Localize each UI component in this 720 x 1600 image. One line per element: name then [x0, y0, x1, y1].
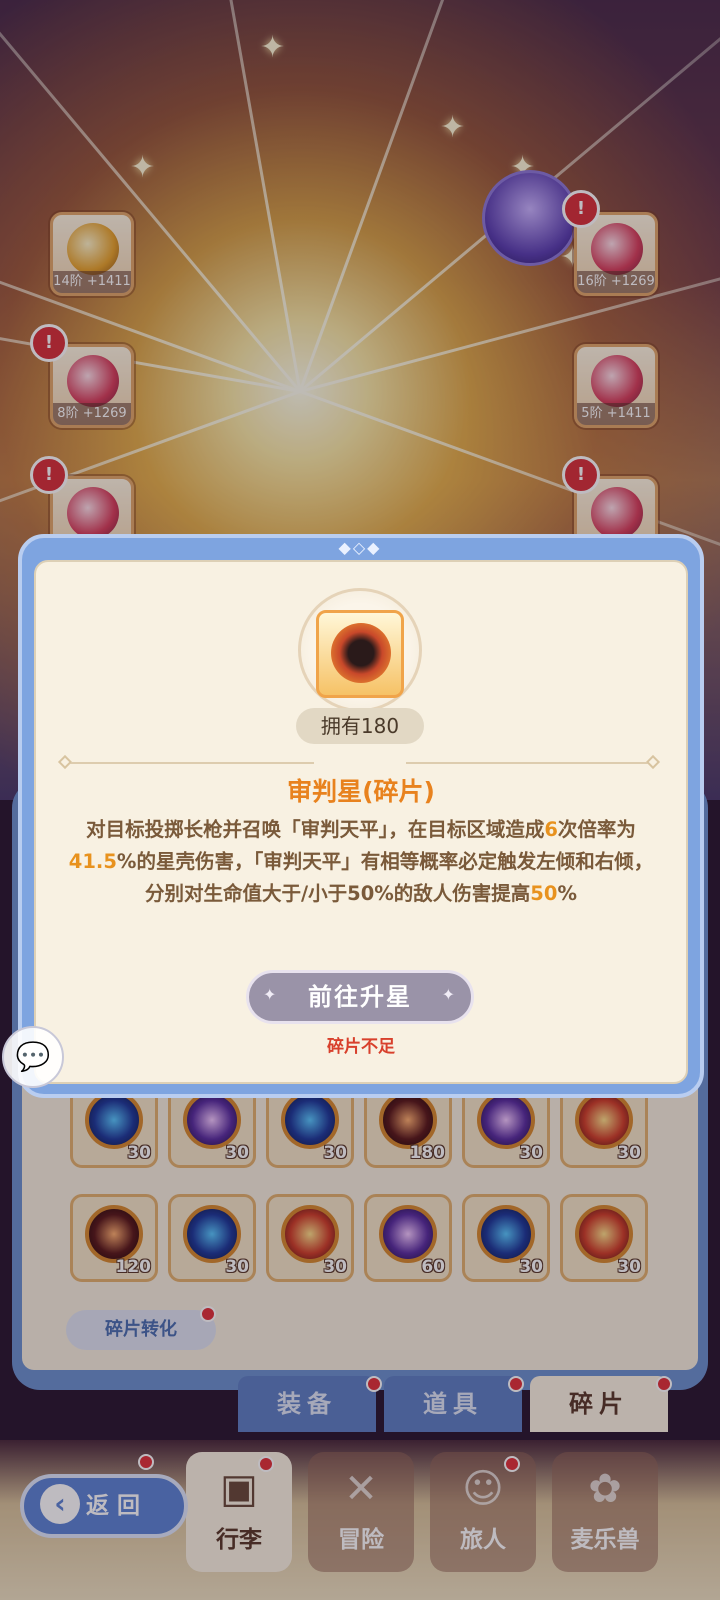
sparkle-icon: ✦	[441, 985, 457, 1004]
damage-rate: 41.5	[68, 850, 117, 873]
item-description: 对目标投掷长枪并召唤「审判天平」，在目标区域造成6次倍率为41.5%的星壳伤害，…	[68, 818, 654, 905]
sparkle-icon: ✦	[263, 985, 279, 1004]
frame-ornament-icon: ◆◇◆	[338, 538, 382, 557]
judgement-star-shard-icon	[316, 610, 404, 698]
item-title: 审判星(碎片)	[287, 777, 435, 806]
hit-count: 6	[544, 818, 558, 841]
divider	[66, 762, 314, 764]
go-upgrade-button[interactable]: ✦ 前往升星 ✦	[246, 970, 474, 1024]
damage-boost: 50	[530, 882, 558, 905]
divider	[406, 762, 654, 764]
owned-count-badge: 拥有180	[296, 708, 424, 744]
chat-bubble-icon[interactable]: 💬	[2, 1026, 64, 1088]
insufficient-shards-text: 碎片不足	[327, 1037, 395, 1057]
go-upgrade-label: 前往升星	[308, 983, 412, 1011]
